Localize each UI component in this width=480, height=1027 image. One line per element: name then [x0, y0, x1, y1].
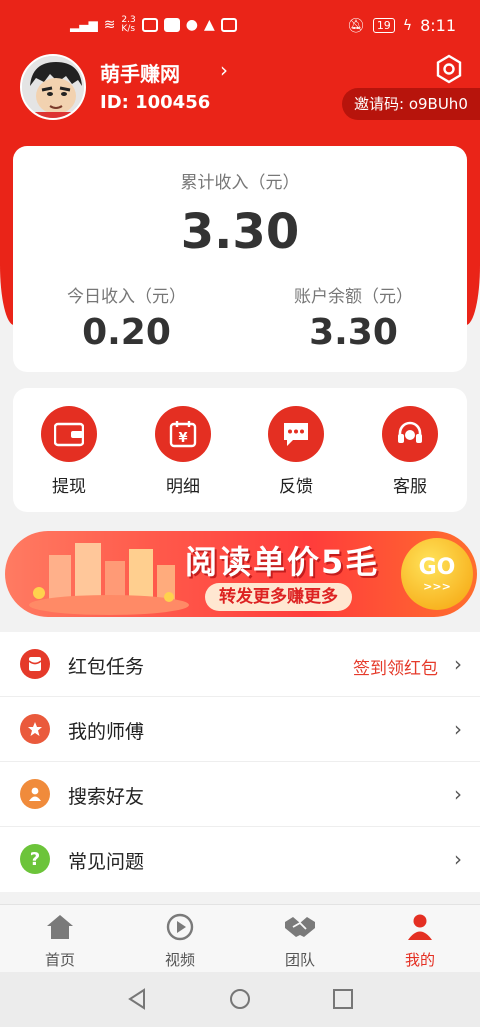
banner-title: 阅读单价5毛 — [185, 543, 380, 581]
chevron-right-icon: › — [454, 652, 462, 676]
feedback-button[interactable]: 反馈 — [256, 406, 336, 497]
system-navigation-bar — [0, 972, 480, 1027]
customer-service-label: 客服 — [393, 477, 427, 497]
go-arrows: >>> — [423, 580, 451, 593]
menu-list: 红包任务 签到领红包 › 我的师傅 › 搜索好友 › ? 常见问题 › — [0, 632, 480, 892]
quick-actions: 提现 ¥ 明细 反馈 客服 — [13, 388, 467, 512]
person-icon — [20, 779, 50, 809]
checkin-link[interactable]: 签到领红包 — [353, 654, 438, 679]
feedback-label: 反馈 — [279, 477, 313, 497]
tab-label: 我的 — [404, 951, 435, 969]
svg-text:¥: ¥ — [178, 431, 187, 446]
question-icon: ? — [20, 844, 50, 874]
details-button[interactable]: ¥ 明细 — [143, 406, 223, 497]
chevron-right-icon[interactable]: › — [220, 58, 228, 82]
promo-banner[interactable]: 阅读单价5毛 转发更多赚更多 GO >>> — [5, 531, 477, 617]
mute-icon: 🔕︎ — [347, 17, 365, 34]
star-icon — [20, 714, 50, 744]
customer-service-button[interactable]: 客服 — [370, 406, 450, 497]
avatar[interactable] — [20, 54, 86, 120]
balance-label: 账户余额（元） — [294, 287, 413, 307]
clock: 8:11 — [420, 16, 456, 35]
red-envelope-icon — [20, 649, 50, 679]
total-income-label: 累计收入（元） — [180, 173, 300, 193]
wifi-icon: ≋ — [103, 17, 116, 33]
details-label: 明细 — [166, 477, 200, 497]
profile-name[interactable]: 萌手赚网 — [100, 58, 180, 87]
tab-label: 团队 — [284, 951, 315, 969]
menu-label: 红包任务 — [68, 656, 145, 678]
withdraw-button[interactable]: 提现 — [29, 406, 109, 497]
today-income-label: 今日收入（元） — [67, 287, 186, 307]
total-income-value: 3.30 — [180, 204, 300, 260]
tab-label: 视频 — [164, 951, 195, 969]
calendar-yen-icon: ¥ — [155, 406, 211, 462]
today-income-value: 0.20 — [82, 312, 171, 353]
calendar-icon — [141, 18, 158, 32]
settings-gear-icon[interactable] — [434, 54, 464, 84]
tab-home[interactable]: 首页 — [20, 913, 100, 970]
tab-mine[interactable]: 我的 — [380, 913, 460, 970]
city-illustration — [29, 543, 189, 615]
status-bar: ▂▄▆ ≋ 2.3 K/s ● ▲ 🔕︎ 19 ϟ 8:11 — [0, 0, 480, 52]
recent-apps-icon[interactable] — [332, 988, 354, 1010]
home-icon — [47, 915, 73, 939]
chat-bubble-icon — [268, 406, 324, 462]
play-icon — [166, 913, 194, 941]
go-button[interactable]: GO >>> — [401, 538, 473, 610]
qq-icon: ▲ — [203, 17, 215, 33]
invite-code-badge[interactable]: 邀请码: o9BUh0 — [342, 88, 480, 120]
person-icon — [408, 914, 432, 940]
handshake-icon — [285, 917, 315, 937]
chevron-right-icon: › — [454, 717, 462, 741]
menu-item-faq[interactable]: ? 常见问题 › — [0, 827, 480, 892]
chevron-right-icon: › — [454, 847, 462, 871]
chevron-right-icon: › — [454, 782, 462, 806]
earnings-card: 累计收入（元） 3.30 今日收入（元） 0.20 账户余额（元） 3.30 — [13, 146, 467, 372]
menu-item-red-packet-tasks[interactable]: 红包任务 签到领红包 › — [0, 632, 480, 697]
menu-label: 常见问题 — [68, 851, 145, 873]
withdraw-label: 提现 — [52, 477, 86, 497]
home-button-icon[interactable] — [229, 988, 251, 1010]
charging-icon: ϟ — [402, 17, 413, 34]
user-id: ID: 100456 — [100, 92, 211, 113]
tab-label: 首页 — [44, 951, 75, 969]
headset-icon — [382, 406, 438, 462]
wechat-icon: ● — [185, 17, 198, 33]
tab-team[interactable]: 团队 — [260, 913, 340, 970]
banner-subtitle: 转发更多赚更多 — [205, 583, 352, 611]
menu-label: 搜索好友 — [68, 786, 145, 808]
back-icon[interactable] — [126, 988, 148, 1010]
menu-item-search-friends[interactable]: 搜索好友 › — [0, 762, 480, 827]
menu-item-my-mentor[interactable]: 我的师傅 › — [0, 697, 480, 762]
menu-label: 我的师傅 — [68, 721, 145, 743]
app-icon — [163, 18, 180, 32]
go-label: GO — [418, 555, 456, 580]
wallet-icon — [41, 406, 97, 462]
tab-video[interactable]: 视频 — [140, 913, 220, 970]
signal-icon: ▂▄▆ — [70, 18, 98, 32]
net-speed: 2.3 K/s — [121, 15, 136, 34]
battery-icon: 19 — [372, 18, 395, 33]
balance-value: 3.30 — [309, 312, 398, 353]
notification-icon — [220, 18, 237, 32]
bottom-tab-bar: 首页 视频 团队 我的 — [0, 904, 480, 972]
